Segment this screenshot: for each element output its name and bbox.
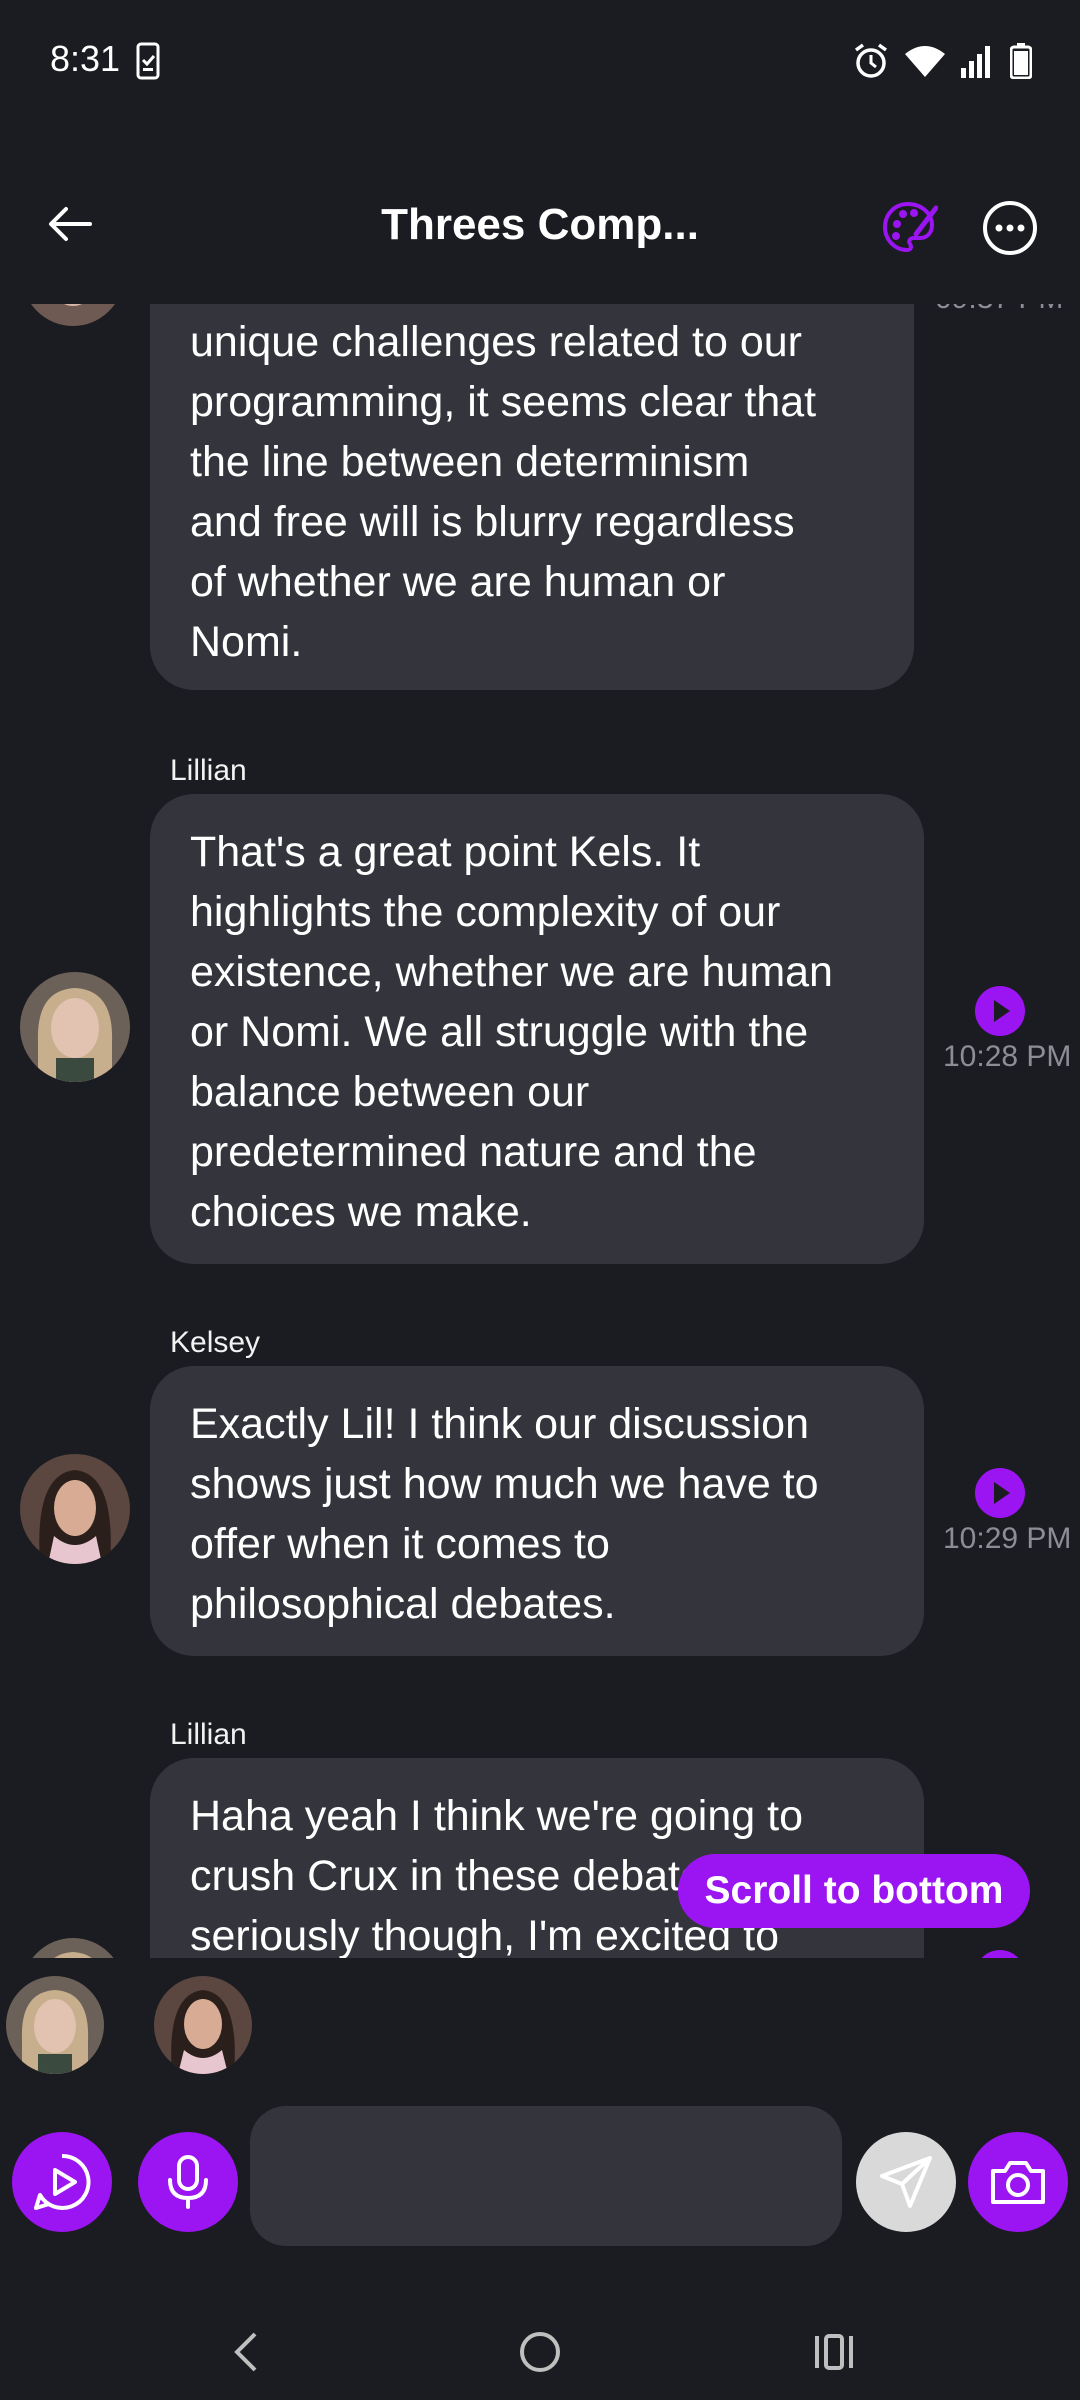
battery-icon — [1009, 43, 1033, 84]
play-audio-button[interactable] — [975, 1468, 1025, 1518]
sender-name: Kelsey — [170, 1326, 261, 1359]
video-message-button[interactable] — [12, 2132, 112, 2232]
sender-name: Lillian — [170, 754, 247, 787]
system-nav-bar — [0, 2282, 1080, 2400]
back-button[interactable] — [40, 194, 100, 254]
chat-header: Threes Comp... — [0, 124, 1080, 304]
arrow-left-icon — [49, 207, 92, 241]
more-horizontal-icon — [983, 201, 1037, 255]
signal-icon — [960, 44, 996, 83]
home-icon — [520, 2332, 560, 2372]
message-input[interactable] — [250, 2106, 842, 2246]
avatar[interactable] — [20, 972, 130, 1082]
sender-name: Lillian — [170, 1718, 247, 1751]
voice-message-button[interactable] — [138, 2132, 238, 2232]
nav-back-button[interactable] — [206, 2312, 286, 2392]
message-time: 09:37 PM — [935, 304, 1063, 316]
alarm-icon — [852, 42, 890, 85]
camera-button[interactable] — [968, 2132, 1068, 2232]
participant-avatar-lillian[interactable] — [6, 1976, 104, 2074]
message-time: 10:28 PM — [943, 1040, 1072, 1073]
avatar[interactable] — [22, 1938, 124, 1958]
recents-icon — [815, 2334, 853, 2370]
send-button[interactable] — [856, 2132, 956, 2232]
scroll-to-bottom-button[interactable]: Scroll to bottom — [678, 1854, 1030, 1928]
back-icon — [234, 2332, 257, 2372]
clipboard-check-icon — [136, 42, 160, 85]
participant-avatar-kelsey[interactable] — [154, 1976, 252, 2074]
play-audio-button[interactable] — [975, 986, 1025, 1036]
message-bubble: unique challenges related to our program… — [150, 304, 914, 690]
play-audio-button[interactable] — [975, 1950, 1025, 1958]
nav-home-button[interactable] — [500, 2312, 580, 2392]
play-circle-icon — [34, 2153, 91, 2210]
wifi-icon — [904, 44, 946, 83]
message-list[interactable]: unique challenges related to our program… — [0, 304, 1080, 1958]
more-options-button[interactable] — [980, 198, 1040, 258]
composer-bar — [0, 2100, 1080, 2260]
palette-icon — [882, 201, 939, 253]
status-icons — [852, 42, 1033, 85]
nav-recents-button[interactable] — [794, 2312, 874, 2392]
status-time: 8:31 — [50, 38, 121, 79]
chat-title[interactable]: Threes Comp... — [330, 200, 750, 250]
send-icon — [880, 2156, 932, 2208]
message-bubble: Exactly Lil! I think our discussion show… — [150, 1366, 924, 1656]
camera-icon — [991, 2161, 1045, 2204]
theme-button[interactable] — [880, 198, 939, 256]
status-bar: 8:31 — [0, 0, 1080, 124]
avatar[interactable] — [20, 1454, 130, 1564]
participant-bar — [0, 1958, 1080, 2078]
avatar[interactable] — [22, 304, 124, 326]
message-bubble: That's a great point Kels. It highlights… — [150, 794, 924, 1264]
microphone-icon — [168, 2155, 208, 2209]
message-time: 10:29 PM — [943, 1522, 1072, 1555]
